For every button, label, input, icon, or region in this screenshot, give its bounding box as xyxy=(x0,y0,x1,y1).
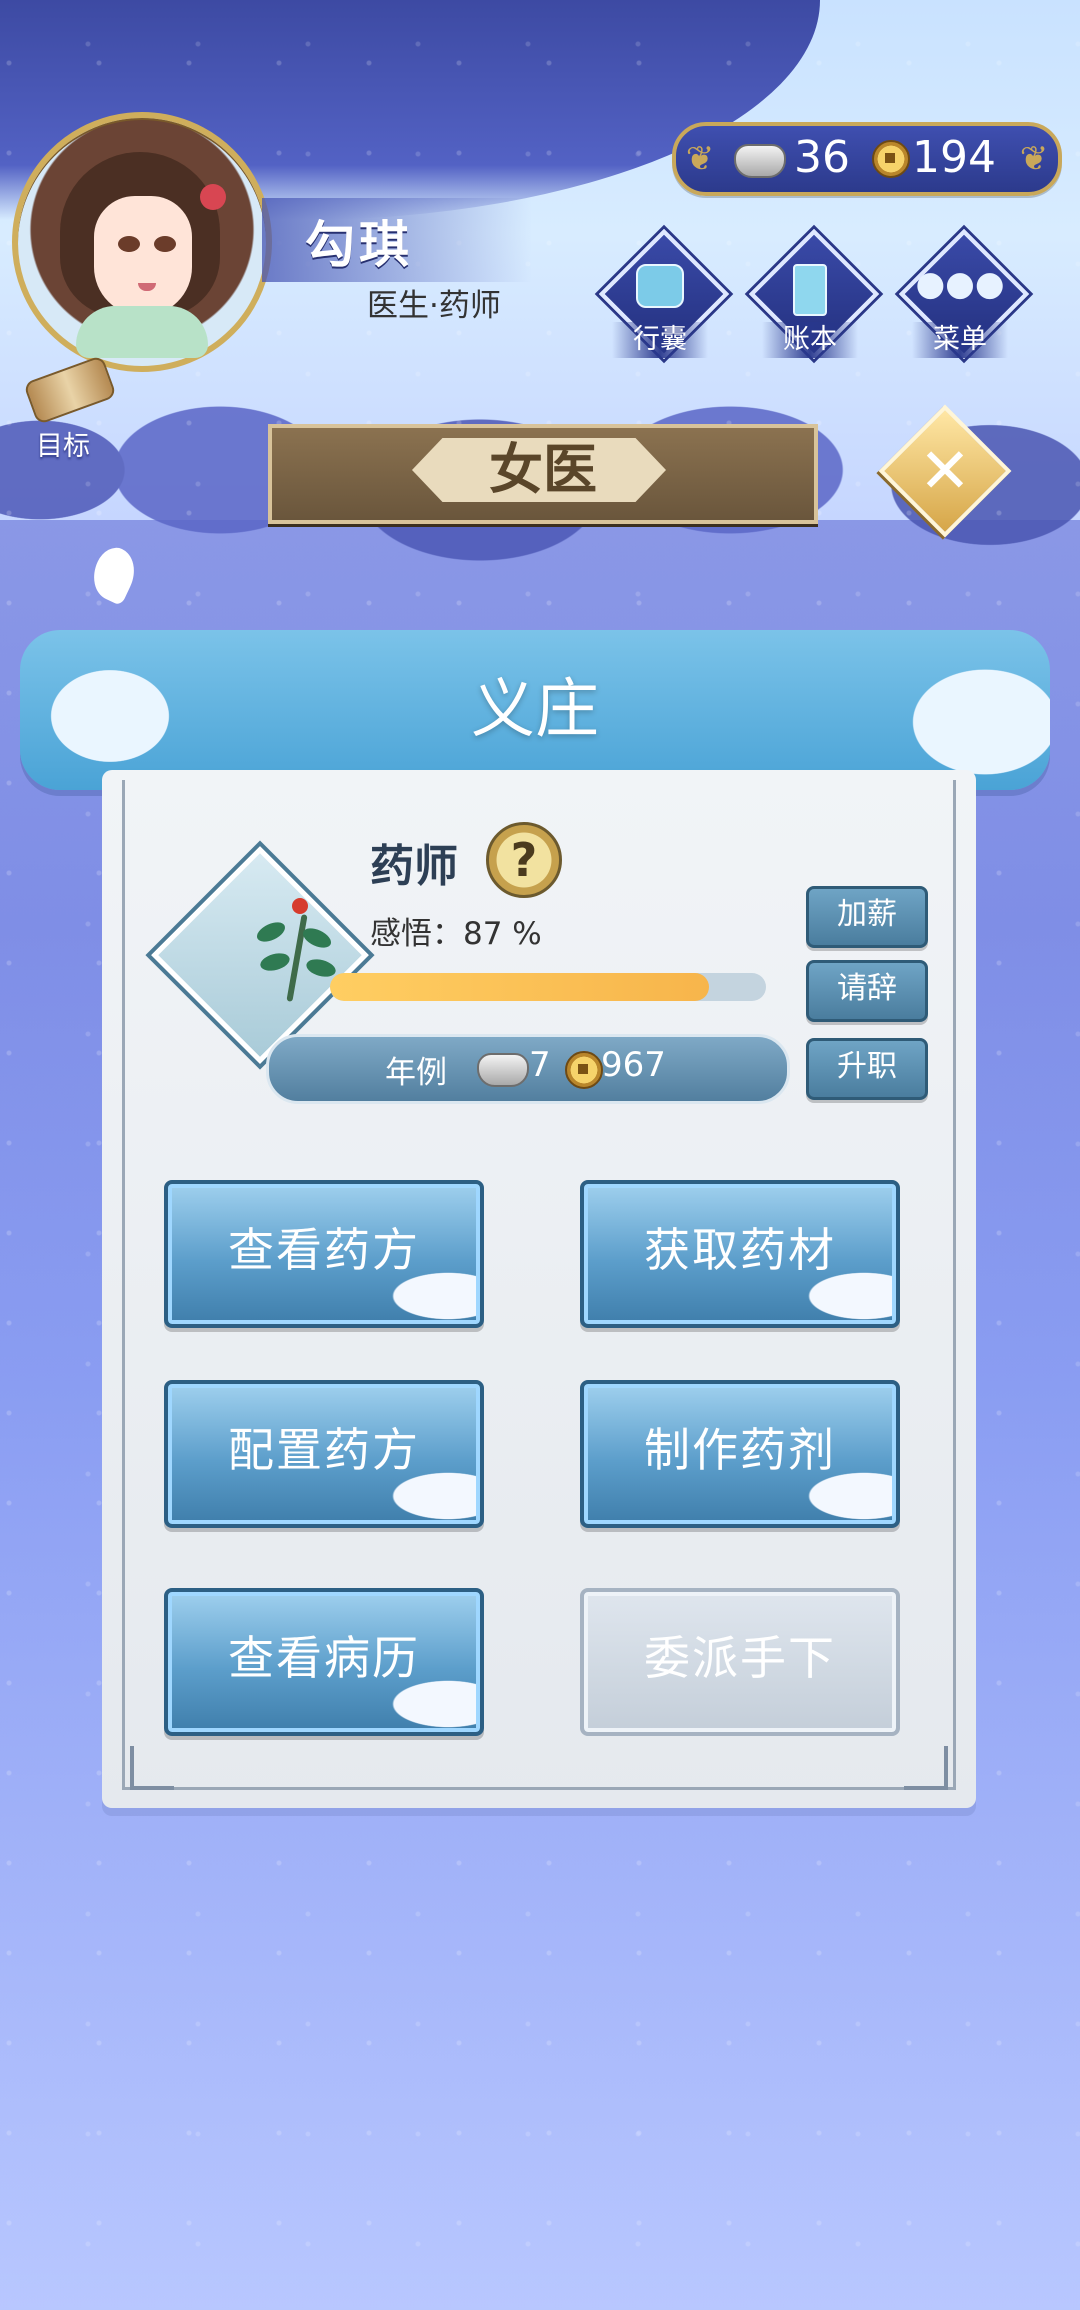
section-title: 义庄 xyxy=(471,673,599,747)
resign-button[interactable]: 请辞 xyxy=(806,960,928,1022)
bag-icon xyxy=(600,264,720,317)
bag-button[interactable]: 行囊 xyxy=(598,228,730,362)
salary-gold: 967 xyxy=(601,1045,666,1085)
panel-corner-left xyxy=(130,1746,174,1790)
main-panel: 药师 ? 感悟：87 % 加薪 请辞 升职 年例 7 967 查看药方 获取药材… xyxy=(102,770,976,1808)
ledger-icon xyxy=(750,264,870,325)
target-button[interactable]: 目标 xyxy=(18,354,128,462)
raise-salary-button[interactable]: 加薪 xyxy=(806,886,928,948)
panel-corner-right xyxy=(904,1746,948,1790)
salary-silver: 7 xyxy=(529,1045,551,1085)
gold-amount: 194 xyxy=(912,132,996,183)
silver-ingot-icon xyxy=(734,144,786,178)
salary-bar: 年例 7 967 xyxy=(266,1034,790,1104)
view-medical-records-button[interactable]: 查看病历 xyxy=(164,1588,484,1736)
menu-button[interactable]: ●●● 菜单 xyxy=(898,228,1030,362)
leaf-ornament-left-icon: ❦ xyxy=(685,139,715,179)
configure-prescription-button[interactable]: 配置药方 xyxy=(164,1380,484,1528)
currency-bar: ❦ 36 194 ❦ xyxy=(672,122,1062,196)
butterfly-icon xyxy=(72,548,142,606)
salary-label: 年例 xyxy=(385,1055,447,1091)
insight-label: 感悟：87 % xyxy=(370,916,542,952)
target-label: 目标 xyxy=(36,431,90,462)
job-title: 药师 xyxy=(370,841,458,892)
player-avatar[interactable] xyxy=(12,112,272,372)
silver-ingot-icon xyxy=(477,1053,529,1087)
leaf-ornament-right-icon: ❦ xyxy=(1019,139,1049,179)
insight-progress-bar xyxy=(330,973,766,1001)
avatar-face xyxy=(94,196,192,316)
insight-progress-fill xyxy=(330,973,710,1001)
make-medicine-button[interactable]: 制作药剂 xyxy=(580,1380,900,1528)
avatar-collar xyxy=(76,306,208,358)
avatar-flower xyxy=(200,184,226,210)
avatar-eye-right xyxy=(154,236,176,252)
delegate-subordinates-button[interactable]: 委派手下 xyxy=(580,1588,900,1736)
menu-dots-icon: ●●● xyxy=(915,264,1005,304)
view-prescription-button[interactable]: 查看药方 xyxy=(164,1180,484,1328)
avatar-eye-left xyxy=(118,236,140,252)
bag-button-label: 行囊 xyxy=(612,322,708,358)
close-icon: ✕ xyxy=(919,434,971,507)
get-herbs-button[interactable]: 获取药材 xyxy=(580,1180,900,1328)
ledger-button[interactable]: 账本 xyxy=(748,228,880,362)
gold-coin-icon xyxy=(565,1051,603,1089)
section-banner: 义庄 xyxy=(20,630,1050,790)
silver-amount: 36 xyxy=(794,132,850,183)
page-title: 女医 xyxy=(489,438,597,501)
help-icon[interactable]: ? xyxy=(486,822,562,898)
menu-button-label: 菜单 xyxy=(912,322,1008,358)
player-role: 医生·药师 xyxy=(367,288,501,324)
title-banner: 女医 xyxy=(268,424,818,524)
gold-coin-icon xyxy=(872,140,910,178)
ledger-button-label: 账本 xyxy=(762,322,858,358)
promote-button[interactable]: 升职 xyxy=(806,1038,928,1100)
player-name: 勾琪 xyxy=(305,216,413,274)
